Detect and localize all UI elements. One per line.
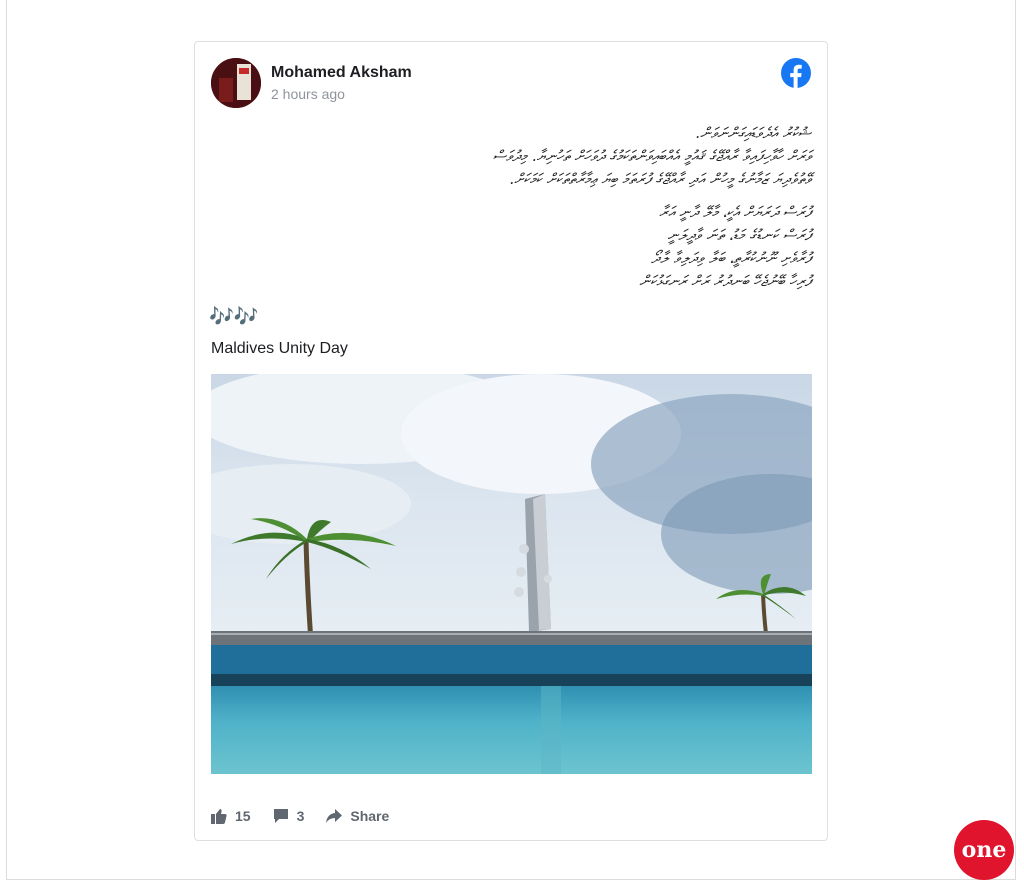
post-text-line: ފުރަސް ކަނޑުގެ މަޑު، ތަނަ ވާދީލަނީ [667,226,811,244]
author-avatar[interactable] [211,58,261,108]
post-text: ޝުކުރު އެދެވަޑައިގަންނަވަން. ވަރަށް ހާވާ… [211,122,811,293]
thumbs-up-icon [211,809,227,824]
comment-icon [273,809,288,823]
post-text-line: ފުރަސް ދަރަޔަށް އެކީ، މާލޭ ދާނީ އަރާ [659,203,811,221]
post-timestamp[interactable]: 2 hours ago [271,86,345,102]
music-notes-emoji: 🎶🎶 [209,304,259,328]
post-text-spacer [211,191,811,201]
post-text-line: ފުރިހާ ބޭނުޖެހޭ ބަނދުރު ރަށް ރަނގަޅުކަން [639,272,811,290]
post-text-line: ޝުކުރު އެދެވަޑައިގަންނަވަން. [695,124,811,142]
post-photo[interactable] [211,374,812,774]
comment-button[interactable]: 3 [273,808,305,824]
post-text-line: ވަރަށް ހާވާހިފައިވާ ރާއްޖޭގެ ޤައުމީ އެއް… [492,147,811,165]
share-button[interactable]: Share [326,808,389,824]
post-caption: Maldives Unity Day [211,340,348,357]
post-text-line: ވޭތުވެދިޔަ ޒަމާނުގެ މީހުން އަދި ރާއްޖޭގެ… [509,170,811,188]
like-count: 15 [235,808,251,824]
facebook-logo-icon[interactable] [781,58,811,88]
like-button[interactable]: 15 [211,808,251,824]
one-logo-badge[interactable]: one [954,820,1014,880]
facebook-post-card: Mohamed Aksham 2 hours ago ޝުކުރު އެދެވަ… [194,41,828,841]
badge-text: one [961,837,1007,863]
share-label: Share [350,808,390,824]
comment-count: 3 [296,808,305,824]
post-text-line: ފުރާވެށި ނޫނުކުރާތީ، ބަލާ ވިދަލިވާ ލާދޯ [651,249,811,267]
author-name[interactable]: Mohamed Aksham [271,64,412,82]
post-actions-bar: 15 3 Share [211,804,411,828]
share-arrow-icon [326,809,343,823]
